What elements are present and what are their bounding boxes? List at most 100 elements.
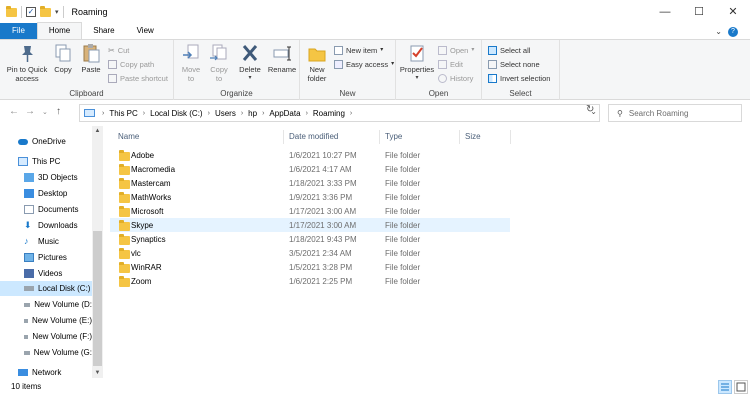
window-title: Roaming [71,7,108,17]
new-folder-button[interactable]: New folder [303,43,331,83]
column-header-type[interactable]: Type [385,130,402,144]
paste-shortcut-button[interactable]: Paste shortcut [108,72,168,85]
sidebar-item-this-pc[interactable]: This PC [18,154,92,169]
sidebar-item-desktop[interactable]: Desktop [24,186,92,201]
large-icons-view-button[interactable] [734,380,748,394]
table-row[interactable]: Synaptics 1/18/2021 9:43 PM File folder [110,232,510,246]
properties-check-icon[interactable]: ✓ [26,7,36,17]
tab-home[interactable]: Home [36,22,83,39]
column-header-name[interactable]: Name [118,130,139,144]
close-button[interactable]: ✕ [716,0,750,24]
history-icon [438,74,447,83]
rename-button[interactable]: Rename [266,43,298,74]
sidebar-scrollbar[interactable]: ▲ ▼ [92,126,103,378]
tab-view[interactable]: View [126,23,165,39]
paste-button[interactable]: Paste [78,43,104,74]
table-row[interactable]: Microsoft 1/17/2021 3:00 AM File folder [110,204,510,218]
sidebar-item-new-volume-d[interactable]: New Volume (D: [24,297,92,312]
select-none-button[interactable]: Select none [488,58,540,71]
table-row[interactable]: Zoom 1/6/2021 2:25 PM File folder [110,274,510,288]
column-header-date-modified[interactable]: Date modified [289,130,338,144]
properties-button[interactable]: Properties ▾ [398,43,436,83]
breadcrumb-local-disk[interactable]: Local Disk (C:) [150,109,202,118]
history-button[interactable]: History [438,72,473,85]
chevron-right-icon[interactable]: › [241,110,243,117]
invert-selection-button[interactable]: Invert selection [488,72,550,85]
move-to-button[interactable]: Move to [178,43,204,83]
delete-dropdown-icon[interactable]: ▾ [236,74,264,83]
breadcrumb-hp[interactable]: hp [248,109,257,118]
maximize-button[interactable]: ☐ [682,0,716,24]
sidebar-item-pictures[interactable]: Pictures [24,250,92,265]
details-view-button[interactable] [718,380,732,394]
copy-to-button[interactable]: Copy to [206,43,232,83]
chevron-right-icon[interactable]: › [208,110,210,117]
help-icon[interactable]: ? [728,27,738,37]
chevron-right-icon[interactable]: › [350,110,352,117]
minimize-button[interactable]: — [648,0,682,24]
new-item-button[interactable]: New item ▾ [334,44,383,57]
tab-file[interactable]: File [0,23,37,39]
chevron-right-icon[interactable]: › [102,110,104,117]
table-row[interactable]: vlc 3/5/2021 2:34 AM File folder [110,246,510,260]
sidebar-item-onedrive[interactable]: OneDrive [18,134,92,149]
table-row[interactable]: Mastercam 1/18/2021 3:33 PM File folder [110,176,510,190]
table-row[interactable]: Macromedia 1/6/2021 4:17 AM File folder [110,162,510,176]
scroll-up-icon[interactable]: ▲ [92,128,103,134]
sidebar-item-videos[interactable]: Videos [24,266,92,281]
table-row[interactable]: Skype 1/17/2021 3:00 AM File folder [110,218,510,232]
sidebar-item-new-volume-f[interactable]: New Volume (F:) [24,329,92,344]
chevron-right-icon[interactable]: › [262,110,264,117]
chevron-down-icon[interactable]: ⌄ [715,27,722,36]
chevron-right-icon[interactable]: › [306,110,308,117]
search-input[interactable]: ⚲ Search Roaming [608,104,742,122]
column-header-size[interactable]: Size [465,130,481,144]
delete-button[interactable]: Delete ▾ [236,43,264,83]
file-name: WinRAR [131,262,162,272]
download-icon: ⬇ [24,220,32,230]
open-button[interactable]: Open ▾ [438,44,474,57]
sidebar-item-new-volume-e[interactable]: New Volume (E:) [24,313,92,328]
tab-share[interactable]: Share [82,23,125,39]
divider [379,130,380,144]
sidebar-item-local-disk-c[interactable]: Local Disk (C:) [0,281,92,296]
properties-dropdown-icon[interactable]: ▾ [398,74,436,83]
address-bar[interactable]: › This PC › Local Disk (C:) › Users › hp… [79,104,600,122]
table-row[interactable]: Adobe 1/6/2021 10:27 PM File folder [110,148,510,162]
new-folder-icon[interactable] [40,5,51,17]
cube-icon [24,173,34,182]
file-type: File folder [385,220,421,230]
edit-button[interactable]: Edit [438,58,463,71]
chevron-down-icon: ▾ [391,61,395,67]
sidebar-item-new-volume-g[interactable]: New Volume (G: [24,345,92,360]
table-row[interactable]: MathWorks 1/9/2021 3:36 PM File folder [110,190,510,204]
easy-access-button[interactable]: Easy access ▾ [334,58,394,71]
back-arrow-icon[interactable]: ← [9,106,19,117]
copy-button[interactable]: Copy [51,43,75,74]
select-all-button[interactable]: Select all [488,44,530,57]
up-arrow-icon[interactable]: ↑ [56,106,61,117]
scroll-down-icon[interactable]: ▼ [92,370,103,376]
chevron-right-icon[interactable]: › [143,110,145,117]
breadcrumb-appdata[interactable]: AppData [269,109,300,118]
recent-locations-icon[interactable]: ⌄ [42,108,48,116]
sidebar-item-downloads[interactable]: ⬇ Downloads [24,218,92,233]
table-row[interactable]: WinRAR 1/5/2021 3:28 PM File folder [110,260,510,274]
breadcrumb-users[interactable]: Users [215,109,236,118]
scissors-icon: ✂ [108,46,115,55]
sidebar-item-3d-objects[interactable]: 3D Objects [24,170,92,185]
forward-arrow-icon[interactable]: → [25,106,35,117]
refresh-icon[interactable]: ↻ [586,104,594,115]
select-none-icon [488,60,497,69]
file-name: Microsoft [131,206,164,216]
breadcrumb-roaming[interactable]: Roaming [313,109,345,118]
copy-path-button[interactable]: Copy path [108,58,154,71]
sidebar-item-music[interactable]: ♪ Music [24,234,92,249]
cut-button[interactable]: ✂ Cut [108,44,129,57]
pin-to-quick-access-button[interactable]: Pin to Quick access [4,43,50,83]
sidebar-item-documents[interactable]: Documents [24,202,92,217]
scrollbar-thumb[interactable] [93,231,102,366]
breadcrumb-this-pc[interactable]: This PC [109,109,137,118]
customize-toolbar-icon[interactable]: ▾ [55,8,59,16]
open-icon [438,46,447,55]
